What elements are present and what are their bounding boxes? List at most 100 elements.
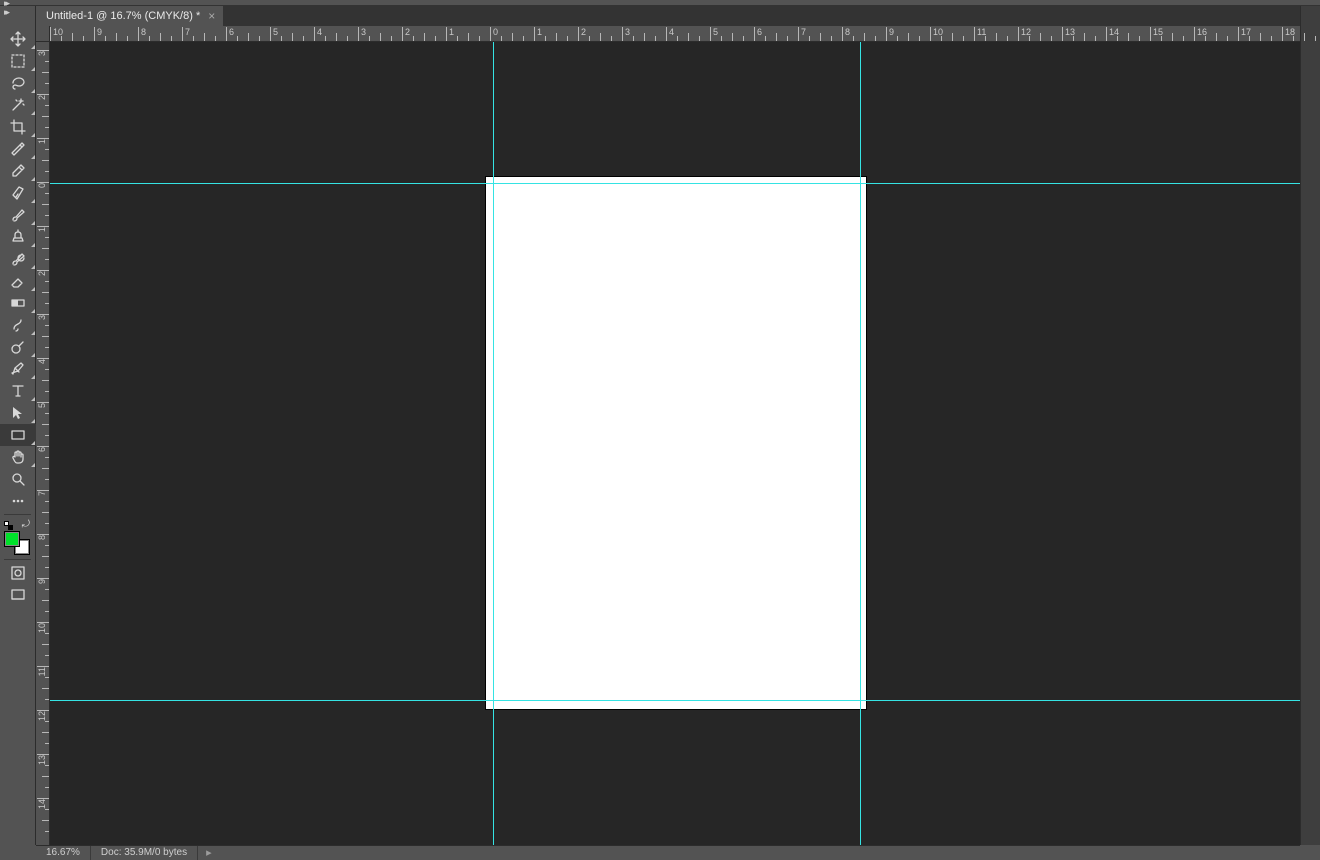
zoom-level[interactable]: 16.67%	[36, 846, 91, 860]
ruler-minor-tick	[45, 655, 49, 656]
tool-lasso[interactable]	[0, 72, 36, 94]
ruler-minor-tick	[391, 36, 392, 41]
ruler-tick: 7	[37, 490, 49, 491]
ruler-minor-tick	[42, 600, 49, 601]
mode-screenmode[interactable]	[0, 584, 36, 606]
tool-path-select[interactable]	[0, 402, 36, 424]
tool-slice[interactable]	[0, 138, 36, 160]
ruler-minor-tick	[72, 33, 73, 41]
ruler-tick: 3	[37, 314, 49, 315]
document-tab-title: Untitled-1 @ 16.7% (CMYK/8) *	[46, 10, 200, 22]
ruler-label: 8	[141, 27, 146, 37]
tool-history-brush[interactable]	[0, 248, 36, 270]
history-brush-icon	[10, 251, 26, 267]
default-swap-colors[interactable]: ⤾	[0, 517, 36, 531]
document-tab[interactable]: Untitled-1 @ 16.7% (CMYK/8) * ×	[36, 6, 223, 26]
tool-healing-brush[interactable]	[0, 182, 36, 204]
tool-type[interactable]	[0, 380, 36, 402]
ruler-label: 2	[37, 95, 47, 100]
ruler-minor-tick	[567, 36, 568, 41]
tool-clone-stamp[interactable]	[0, 226, 36, 248]
separator	[4, 559, 31, 560]
ruler-tick: 6	[226, 27, 227, 41]
status-menu-icon[interactable]: ▸	[198, 846, 220, 859]
ruler-minor-tick	[864, 33, 865, 41]
tool-eraser[interactable]	[0, 270, 36, 292]
tool-hand[interactable]	[0, 446, 36, 468]
ruler-label: 5	[713, 27, 718, 37]
ruler-minor-tick	[1183, 36, 1184, 41]
gradient-icon	[10, 295, 26, 311]
ruler-tick: 8	[138, 27, 139, 41]
ruler-label: 2	[581, 27, 586, 37]
collapse-tools-icon[interactable]: ▸▸	[4, 7, 7, 17]
ruler-minor-tick	[369, 36, 370, 41]
lasso-icon	[10, 75, 26, 91]
ruler-tick: 1	[534, 27, 535, 41]
ruler-minor-tick	[45, 479, 49, 480]
flyout-indicator-icon	[31, 177, 35, 181]
tool-rectangle[interactable]	[0, 424, 36, 446]
tool-dodge[interactable]	[0, 336, 36, 358]
ruler-minor-tick	[512, 33, 513, 41]
ruler-tick: 0	[37, 182, 49, 183]
canvas-viewport[interactable]	[50, 42, 1300, 845]
ruler-minor-tick	[963, 36, 964, 41]
ruler-tick: 1	[446, 27, 447, 41]
ruler-minor-tick	[45, 435, 49, 436]
ruler-minor-tick	[1040, 33, 1041, 41]
ruler-tick: 5	[37, 402, 49, 403]
ruler-minor-tick	[1205, 36, 1206, 41]
vertical-ruler[interactable]: 32101234567891011121314	[36, 42, 50, 845]
ruler-minor-tick	[1271, 36, 1272, 41]
tool-crop[interactable]	[0, 116, 36, 138]
marquee-icon	[10, 53, 26, 69]
ruler-label: 1	[37, 139, 47, 144]
ruler-label: 1	[37, 227, 47, 232]
ruler-tick: 3	[358, 27, 359, 41]
flyout-indicator-icon	[31, 89, 35, 93]
tool-move[interactable]	[0, 28, 36, 50]
ruler-minor-tick	[1161, 36, 1162, 41]
tool-gradient[interactable]	[0, 292, 36, 314]
ruler-minor-tick	[105, 36, 106, 41]
horizontal-ruler[interactable]: 109876543210123456789101112131415161718	[50, 26, 1300, 42]
ruler-minor-tick	[809, 36, 810, 41]
close-tab-icon[interactable]: ×	[208, 11, 215, 21]
ruler-label: 3	[361, 27, 366, 37]
tool-zoom[interactable]	[0, 468, 36, 490]
ruler-label: 5	[37, 403, 47, 408]
ruler-minor-tick	[42, 688, 49, 689]
tool-brush[interactable]	[0, 204, 36, 226]
tool-marquee[interactable]	[0, 50, 36, 72]
ruler-tick: 8	[842, 27, 843, 41]
color-swatches[interactable]	[0, 531, 36, 557]
ruler-origin[interactable]	[36, 26, 50, 42]
tool-pen[interactable]	[0, 358, 36, 380]
move-icon	[10, 31, 26, 47]
tool-palette-header[interactable]: ▸▸	[0, 6, 35, 28]
tool-more[interactable]	[0, 490, 36, 512]
foreground-color-swatch[interactable]	[4, 531, 20, 547]
swap-colors-icon[interactable]: ⤾	[22, 519, 30, 530]
ruler-minor-tick	[1216, 33, 1217, 41]
ruler-minor-tick	[259, 36, 260, 41]
mode-quickmask[interactable]	[0, 562, 36, 584]
ruler-minor-tick	[171, 36, 172, 41]
ruler-minor-tick	[523, 36, 524, 41]
ruler-minor-tick	[45, 347, 49, 348]
tool-smudge[interactable]	[0, 314, 36, 336]
ruler-minor-tick	[45, 567, 49, 568]
ruler-minor-tick	[468, 33, 469, 41]
document-canvas[interactable]	[486, 177, 866, 709]
ruler-minor-tick	[985, 36, 986, 41]
ruler-minor-tick	[688, 33, 689, 41]
ruler-minor-tick	[42, 204, 49, 205]
tool-eyedropper[interactable]	[0, 160, 36, 182]
tool-magic-wand[interactable]	[0, 94, 36, 116]
ruler-tick: 12	[1018, 27, 1019, 41]
ruler-label: 6	[757, 27, 762, 37]
ruler-minor-tick	[45, 105, 49, 106]
right-collapsed-panels[interactable]	[1300, 6, 1320, 845]
doc-size[interactable]: Doc: 35.9M/0 bytes	[91, 846, 198, 860]
